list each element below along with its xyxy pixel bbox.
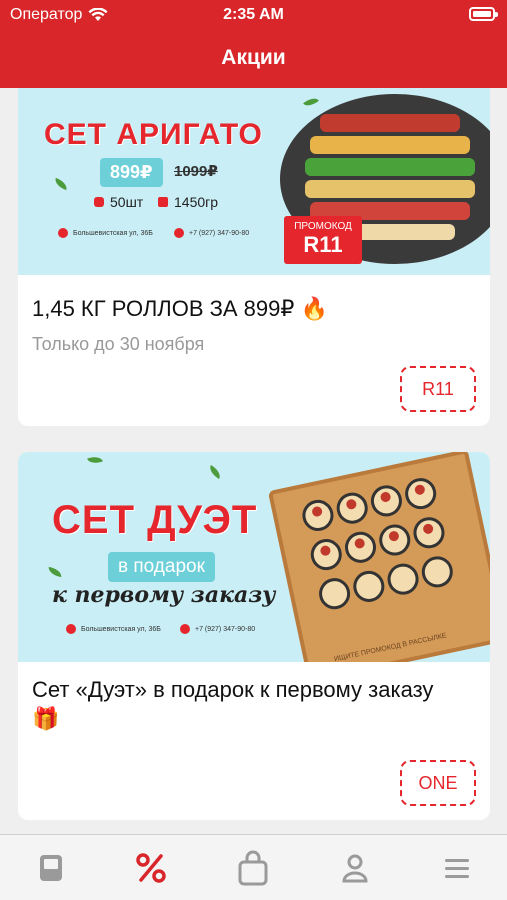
leaf-decoration [47, 566, 63, 578]
status-time: 2:35 AM [223, 6, 284, 23]
banner-old-price: 1099₽ [174, 163, 218, 180]
banner-phone-text: +7 (927) 347-90-80 [195, 625, 256, 633]
weight-icon [158, 197, 168, 207]
page-title: Акции [221, 46, 286, 69]
promo-banner[interactable]: СЕТ ДУЭТ в подарок к первому заказу Боль… [18, 452, 490, 662]
promo-subtitle: Только до 30 ноября [32, 333, 205, 354]
promo-card[interactable]: СЕТ АРИГАТО 899₽ 1099₽ 50шт 1450гр Больш… [18, 88, 490, 426]
status-bar: Оператор 2:35 AM [0, 0, 507, 30]
percent-icon [136, 853, 166, 883]
banner-pieces: 50шт [94, 194, 143, 210]
banner-gift-chip: в подарок [108, 552, 215, 582]
banner-set-name: СЕТ АРИГАТО [44, 118, 263, 151]
banner-script-line: к первому заказу [52, 582, 276, 608]
promo-card-body: 1,45 КГ РОЛЛОВ ЗА 899₽ 🔥 Только до 30 но… [18, 295, 490, 355]
banner-phone: +7 (927) 347-90-80 [174, 228, 249, 238]
promo-card[interactable]: СЕТ ДУЭТ в подарок к первому заказу Боль… [18, 452, 490, 820]
promo-tag-code: R11 [303, 232, 343, 257]
banner-address-text: Большевистская ул, 36Б [73, 229, 153, 237]
shopping-bag-icon [238, 850, 268, 886]
tab-bar [0, 834, 507, 900]
tab-profile[interactable] [338, 851, 372, 885]
phone-icon [174, 228, 184, 238]
promo-banner[interactable]: СЕТ АРИГАТО 899₽ 1099₽ 50шт 1450гр Больш… [18, 88, 490, 275]
leaf-decoration [87, 453, 103, 467]
banner-pieces-text: 50шт [110, 194, 144, 210]
location-icon [66, 624, 76, 634]
tab-more[interactable] [440, 851, 474, 885]
promo-title: Сет «Дуэт» в подарок к первому заказу🎁 [32, 677, 434, 731]
sushi-board-image: ИЩИТЕ ПРОМОКОД В РАССЫЛКЕ [267, 452, 490, 662]
banner-price: 899₽ [100, 158, 163, 187]
banner-set-name: СЕТ ДУЭТ [52, 498, 258, 542]
banner-address: Большевистская ул, 36Б [58, 228, 153, 238]
banner-phone-text: +7 (927) 347-90-80 [189, 229, 250, 237]
leaf-decoration [206, 465, 224, 479]
profile-icon [342, 854, 368, 883]
promo-card-body: Сет «Дуэт» в подарок к первому заказу🎁 [18, 676, 490, 733]
board-engraving: ИЩИТЕ ПРОМОКОД В РАССЫЛКЕ [333, 632, 448, 662]
promo-code-button[interactable]: R11 [400, 366, 476, 412]
location-icon [58, 228, 68, 238]
tab-cart[interactable] [236, 850, 270, 886]
banner-weight-text: 1450гр [174, 194, 219, 210]
promo-title: 1,45 КГ РОЛЛОВ ЗА 899₽ 🔥 [32, 296, 328, 321]
banner-weight: 1450гр [158, 194, 218, 210]
phone-icon [180, 624, 190, 634]
battery-icon [469, 7, 498, 21]
sushi-rolls-illustration [302, 478, 453, 610]
promo-code-button[interactable]: ONE [400, 760, 476, 806]
leaf-decoration [53, 177, 69, 191]
app-header: Оператор 2:35 AM Акции [0, 0, 507, 88]
banner-address-text: Большевистская ул, 36Б [81, 625, 161, 633]
tab-promotions[interactable] [134, 851, 168, 885]
banner-phone: +7 (927) 347-90-80 [180, 624, 255, 634]
tab-menu[interactable] [34, 851, 68, 885]
hamburger-icon [445, 859, 469, 878]
banner-address: Большевистская ул, 36Б [66, 624, 161, 634]
promo-tag-label: ПРОМОКОД [294, 221, 352, 232]
menu-book-icon [40, 855, 62, 881]
banner-promo-tag: ПРОМОКОД R11 [284, 216, 362, 264]
roll-icon [94, 197, 104, 207]
